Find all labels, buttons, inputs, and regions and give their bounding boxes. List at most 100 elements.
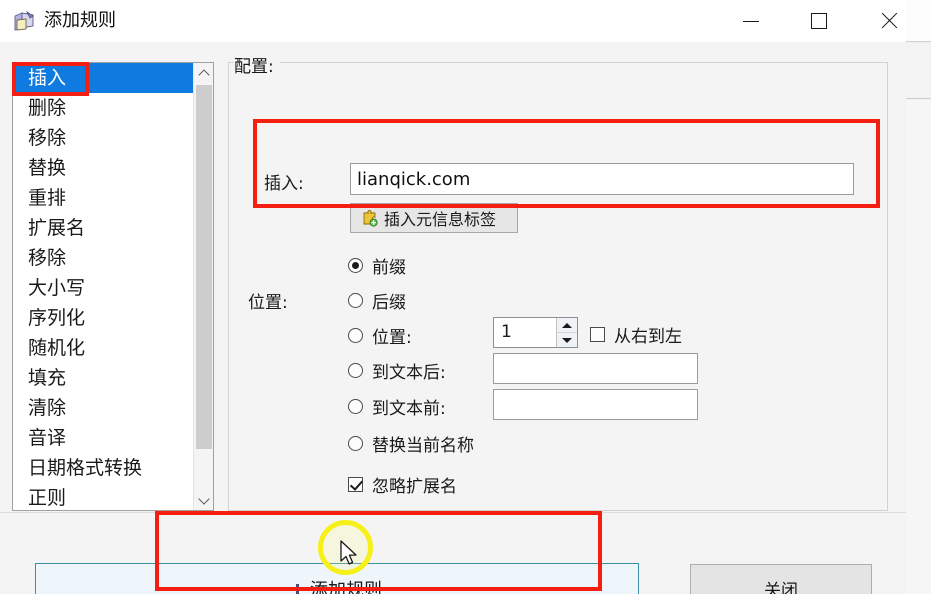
checkbox-right-to-left[interactable]: 从右到左 [590,323,682,347]
chevron-down-icon [198,492,210,505]
stepper-buttons[interactable] [556,318,577,347]
rule-type-item-label: 删除 [28,97,67,119]
minimize-button[interactable] [720,0,782,42]
rule-type-item-label: 日期格式转换 [28,457,143,479]
radio-position-indicator [348,327,363,343]
scroll-up-button[interactable] [194,63,213,83]
radio-option-suffix[interactable]: 后缀 [348,288,406,313]
rule-type-item-label: 清除 [28,397,67,419]
rule-type-item-label: 重排 [28,187,67,209]
dialog-body: 插入删除移除替换重排扩展名移除大小写序列化随机化填充清除音译日期格式转换正则Pa… [0,42,906,594]
rule-type-item-label: 替换 [28,157,67,179]
add-rule-dialog: 添加规则 插入 删除 移除 替换 重排 扩展名 移除 大小写 序列化 随机化 填充 清除 音译 日期格式转… [0,0,906,594]
radio-option-after-text[interactable]: 到文本后: [348,358,446,383]
rule-type-item[interactable]: 插入 [13,63,193,93]
rule-type-item[interactable]: 替换 [13,153,193,183]
radio-after-text-indicator [348,362,363,378]
radio-suffix-indicator [348,292,363,308]
config-groupbox-legend: 配置: [234,52,280,77]
rule-type-item-label: 序列化 [28,307,86,329]
checkbox-right-to-left-label: 从右到左 [614,326,682,347]
radio-after-text-label: 到文本后: [372,362,446,383]
checkbox-ignore-extension-indicator [348,476,363,492]
radio-replace-current-name-label: 替换当前名称 [372,435,474,456]
close-dialog-button-label: 关闭 [764,581,798,594]
window-close-button[interactable] [858,0,920,42]
insert-text-input[interactable] [350,163,854,195]
rule-type-list-items: 插入删除移除替换重排扩展名移除大小写序列化随机化填充清除音译日期格式转换正则Pa… [13,63,193,510]
stepper-decrement-button[interactable] [557,333,577,347]
position-group-label: 位置: [248,293,288,313]
rule-type-item-label: 正则 [28,487,67,509]
background-window-body [906,100,931,594]
before-text-input[interactable] [493,389,698,420]
insert-field-label: 插入: [264,174,304,194]
rule-type-item-label: 随机化 [28,337,86,359]
rule-type-item[interactable]: 删除 [13,93,193,123]
checkbox-ignore-extension[interactable]: 忽略扩展名 [348,472,457,497]
spin-up-icon [562,322,572,328]
radio-replace-current-name-indicator [348,435,363,451]
radio-prefix-indicator [348,257,363,273]
rule-type-item[interactable]: 清除 [13,393,193,423]
rule-type-item[interactable]: 大小写 [13,273,193,303]
radio-option-replace-current-name[interactable]: 替换当前名称 [348,431,474,456]
rule-type-item-label: 填充 [28,367,67,389]
background-window-toolbar [906,43,931,99]
rule-type-item[interactable]: 正则 [13,483,193,510]
screen-root: 添加规则 插入 删除 移除 替换 重排 扩展名 移除 大小写 序列化 随机化 填充 清除 音译 日期格式转… [0,0,931,594]
rule-type-item[interactable]: 重排 [13,183,193,213]
rule-type-item[interactable]: 移除 [13,123,193,153]
insert-meta-tag-button[interactable]: 插入元信息标签 [350,203,518,233]
rule-type-item[interactable]: 随机化 [13,333,193,363]
checkbox-right-to-left-indicator [590,326,605,342]
rule-type-item-label: 移除 [28,127,67,149]
rule-type-item[interactable]: 填充 [13,363,193,393]
rule-type-item-label: 扩展名 [28,217,86,239]
radio-suffix-label: 后缀 [372,292,406,313]
add-rule-button[interactable]: 添加规则 [35,563,639,594]
minimize-icon [743,20,759,22]
chevron-up-icon [198,68,210,81]
checkbox-ignore-extension-label: 忽略扩展名 [372,476,457,497]
rule-type-item-label: 插入 [28,67,67,89]
rule-list-scrollbar[interactable] [193,63,213,510]
radio-position-label: 位置: [372,327,412,348]
rule-type-item-label: 音译 [28,427,67,449]
position-index-stepper[interactable]: 1 [493,317,578,348]
add-rule-button-label: 添加规则 [310,580,382,594]
rule-type-item[interactable]: 音译 [13,423,193,453]
footer-divider [0,512,906,513]
plus-icon [292,583,303,594]
rule-type-item[interactable]: 日期格式转换 [13,453,193,483]
rule-type-item[interactable]: 序列化 [13,303,193,333]
rule-type-list[interactable]: 插入删除移除替换重排扩展名移除大小写序列化随机化填充清除音译日期格式转换正则Pa… [12,62,214,511]
stepper-increment-button[interactable] [557,318,577,333]
scrollbar-thumb[interactable] [196,85,212,449]
close-icon [880,12,898,30]
radio-prefix-label: 前缀 [372,257,406,278]
background-window-sliver [905,0,931,594]
after-text-input[interactable] [493,353,698,384]
close-dialog-button[interactable]: 关闭 [690,564,872,594]
spin-down-icon [562,337,572,343]
rule-type-item[interactable]: 扩展名 [13,213,193,243]
dialog-titlebar: 添加规则 [0,0,906,42]
rule-type-item-label: 移除 [28,247,67,269]
folder-rule-icon [13,9,37,33]
radio-option-prefix[interactable]: 前缀 [348,253,406,278]
config-groupbox [228,62,888,511]
radio-option-before-text[interactable]: 到文本前: [348,394,446,419]
radio-option-position[interactable]: 位置: [348,323,412,348]
position-index-value[interactable]: 1 [494,318,556,347]
rule-type-item-label: 大小写 [28,277,86,299]
maximize-icon [811,13,827,29]
maximize-button[interactable] [788,0,850,42]
puzzle-piece-icon [361,209,378,227]
window-title: 添加规则 [44,10,116,31]
insert-meta-tag-button-label: 插入元信息标签 [384,210,497,229]
radio-before-text-label: 到文本前: [372,398,446,419]
rule-type-item[interactable]: 移除 [13,243,193,273]
scroll-down-button[interactable] [194,490,213,510]
radio-before-text-indicator [348,398,363,414]
